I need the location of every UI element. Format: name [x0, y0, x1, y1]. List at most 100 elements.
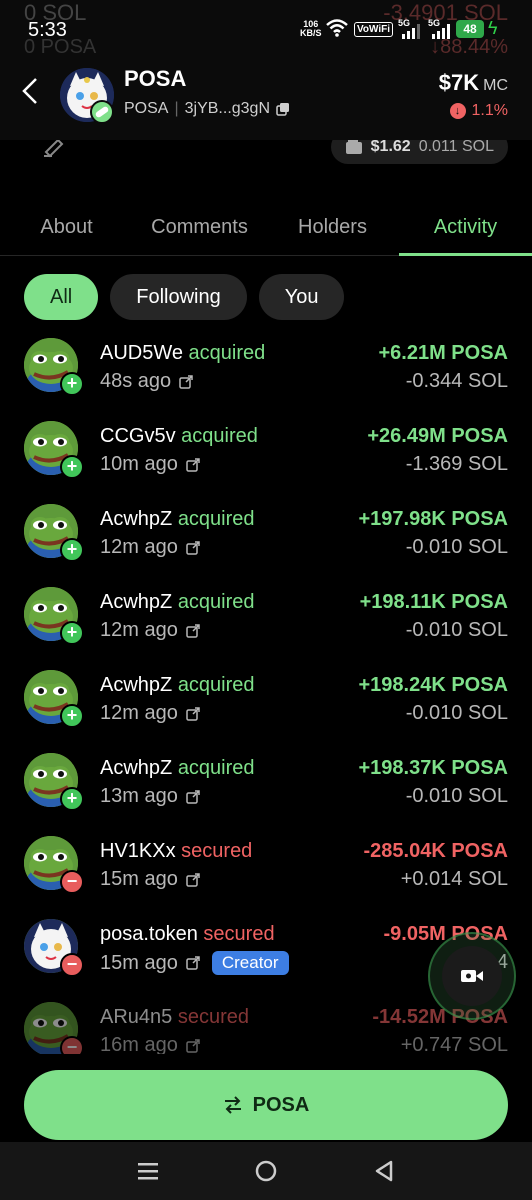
- external-link-icon[interactable]: [186, 956, 200, 970]
- token-title: POSA: [124, 66, 187, 91]
- filter-chips: All Following You: [24, 274, 345, 320]
- clock: 5:33: [28, 19, 67, 41]
- sol-amount: -1.369 SOL: [405, 453, 508, 475]
- vowifi-badge: VoWiFi: [354, 22, 394, 37]
- token-amount: -285.04K POSA: [363, 840, 508, 862]
- status-bar: 0 SOL 0 POSA -3.4901 SOL ↓88.44% 5:33 10…: [0, 0, 532, 58]
- trader-line: HV1KXx secured: [100, 840, 252, 863]
- signal-label: 5G: [398, 18, 410, 28]
- external-link-icon[interactable]: [186, 623, 200, 638]
- back-icon[interactable]: [373, 1159, 395, 1183]
- minus-icon: −: [60, 870, 84, 894]
- trade-time: 15m ago Creator: [100, 951, 289, 975]
- trade-time: 12m ago: [100, 702, 200, 725]
- home-icon[interactable]: [254, 1159, 278, 1183]
- trade-button[interactable]: POSA: [24, 1070, 508, 1140]
- trader-line: AcwhpZ acquired: [100, 591, 255, 614]
- trade-time-text: 12m ago: [100, 702, 178, 724]
- trade-action: secured: [181, 840, 253, 862]
- trade-time: 12m ago: [100, 536, 200, 559]
- sol-amount: -0.344 SOL: [405, 370, 508, 392]
- system-nav-bar: [0, 1142, 532, 1200]
- trader-line: CCGv5v acquired: [100, 425, 258, 448]
- charging-icon: ϟ: [488, 18, 498, 38]
- trader-name[interactable]: posa.token: [100, 923, 203, 945]
- token-address[interactable]: 3jYB...g3gN: [185, 100, 270, 118]
- activity-row[interactable]: + AcwhpZ acquired 12m ago +198.11K POSA -0.0…: [0, 587, 532, 669]
- activity-row[interactable]: − HV1KXx secured 15m ago -285.04K POSA +0.01…: [0, 836, 532, 918]
- market-cap: $7K MC: [439, 70, 508, 96]
- plus-icon: +: [60, 372, 84, 396]
- screen-record-button[interactable]: [428, 932, 516, 1020]
- external-link-icon[interactable]: [186, 540, 200, 555]
- trade-time-text: 12m ago: [100, 536, 178, 558]
- trader-name[interactable]: AcwhpZ: [100, 508, 178, 530]
- trader-name[interactable]: HV1KXx: [100, 840, 181, 862]
- wallet-usd: $1.62: [370, 138, 411, 155]
- trader-name[interactable]: ARu4n5: [100, 1006, 178, 1028]
- back-arrow-icon[interactable]: [18, 76, 42, 106]
- filter-you[interactable]: You: [258, 274, 345, 320]
- filter-following[interactable]: Following: [110, 274, 247, 320]
- external-link-icon[interactable]: [186, 789, 200, 804]
- activity-row[interactable]: + AcwhpZ acquired 12m ago +198.24K POSA -0.0…: [0, 670, 532, 752]
- token-ticker: POSA: [124, 100, 169, 117]
- trader-line: ARu4n5 secured: [100, 1006, 249, 1029]
- trade-time: 16m ago: [100, 1034, 200, 1054]
- activity-row[interactable]: + CCGv5v acquired 10m ago +26.49M POSA -1.36…: [0, 421, 532, 503]
- filter-all[interactable]: All: [24, 274, 99, 320]
- activity-row[interactable]: + AcwhpZ acquired 12m ago +197.98K POSA -0.0…: [0, 504, 532, 586]
- activity-row[interactable]: + AUD5We acquired 48s ago +6.21M POSA -0.344…: [0, 338, 532, 420]
- trader-name[interactable]: AcwhpZ: [100, 591, 178, 613]
- token-amount: +26.49M POSA: [367, 425, 508, 447]
- trader-name[interactable]: AcwhpZ: [100, 674, 178, 696]
- trade-action: acquired: [181, 425, 258, 447]
- trader-name[interactable]: AcwhpZ: [100, 757, 178, 779]
- wallet-sol: 0.011 SOL: [418, 138, 494, 155]
- trade-time-text: 15m ago: [100, 868, 178, 890]
- trader-line: AcwhpZ acquired: [100, 674, 255, 697]
- recent-apps-icon[interactable]: [137, 1161, 159, 1181]
- external-link-icon[interactable]: [186, 1038, 200, 1053]
- trade-action: acquired: [177, 674, 255, 696]
- token-header: POSA POSA | 3jYB...g3gN $7K MC ↓ 1.1%: [0, 58, 532, 140]
- signal-icon-2: 5G: [428, 18, 450, 39]
- sol-amount: +0.747 SOL: [400, 1034, 508, 1054]
- token-amount: +197.98K POSA: [358, 508, 508, 530]
- minus-icon: −: [60, 953, 84, 977]
- sol-amount: -0.010 SOL: [405, 785, 508, 807]
- external-link-icon[interactable]: [186, 706, 200, 721]
- sol-amount: +0.014 SOL: [400, 868, 508, 890]
- trader-line: AcwhpZ acquired: [100, 508, 255, 531]
- trader-name[interactable]: CCGv5v: [100, 425, 181, 447]
- activity-row[interactable]: + AcwhpZ acquired 13m ago +198.37K POSA -0.0…: [0, 753, 532, 835]
- trader-name[interactable]: AUD5We: [100, 342, 189, 364]
- signal-label-2: 5G: [428, 18, 440, 28]
- copy-icon[interactable]: [276, 102, 290, 116]
- tab-holders[interactable]: Holders: [266, 200, 399, 255]
- external-link-icon[interactable]: [179, 374, 193, 389]
- external-link-icon[interactable]: [186, 457, 200, 472]
- trade-action: acquired: [177, 508, 255, 530]
- trade-time: 48s ago: [100, 370, 193, 393]
- trade-time-text: 10m ago: [100, 453, 178, 475]
- trade-time-text: 13m ago: [100, 785, 178, 807]
- battery-indicator: 48: [456, 20, 484, 38]
- trade-time: 13m ago: [100, 785, 200, 808]
- swap-icon: [224, 1096, 241, 1114]
- tab-about[interactable]: About: [0, 200, 133, 255]
- external-link-icon[interactable]: [186, 872, 200, 887]
- trader-line: AUD5We acquired: [100, 342, 265, 365]
- trade-action: secured: [203, 923, 275, 945]
- token-subline: POSA | 3jYB...g3gN: [124, 100, 290, 118]
- sol-amount: -0.010 SOL: [405, 702, 508, 724]
- tab-comments[interactable]: Comments: [133, 200, 266, 255]
- price-change: ↓ 1.1%: [449, 102, 508, 120]
- sol-amount: -0.010 SOL: [405, 536, 508, 558]
- token-amount: +198.11K POSA: [359, 591, 508, 613]
- wifi-icon: [326, 19, 348, 37]
- trader-line: posa.token secured: [100, 923, 275, 946]
- tab-activity[interactable]: Activity: [399, 200, 532, 256]
- creator-badge: Creator: [211, 951, 289, 975]
- trade-action: secured: [177, 1006, 249, 1028]
